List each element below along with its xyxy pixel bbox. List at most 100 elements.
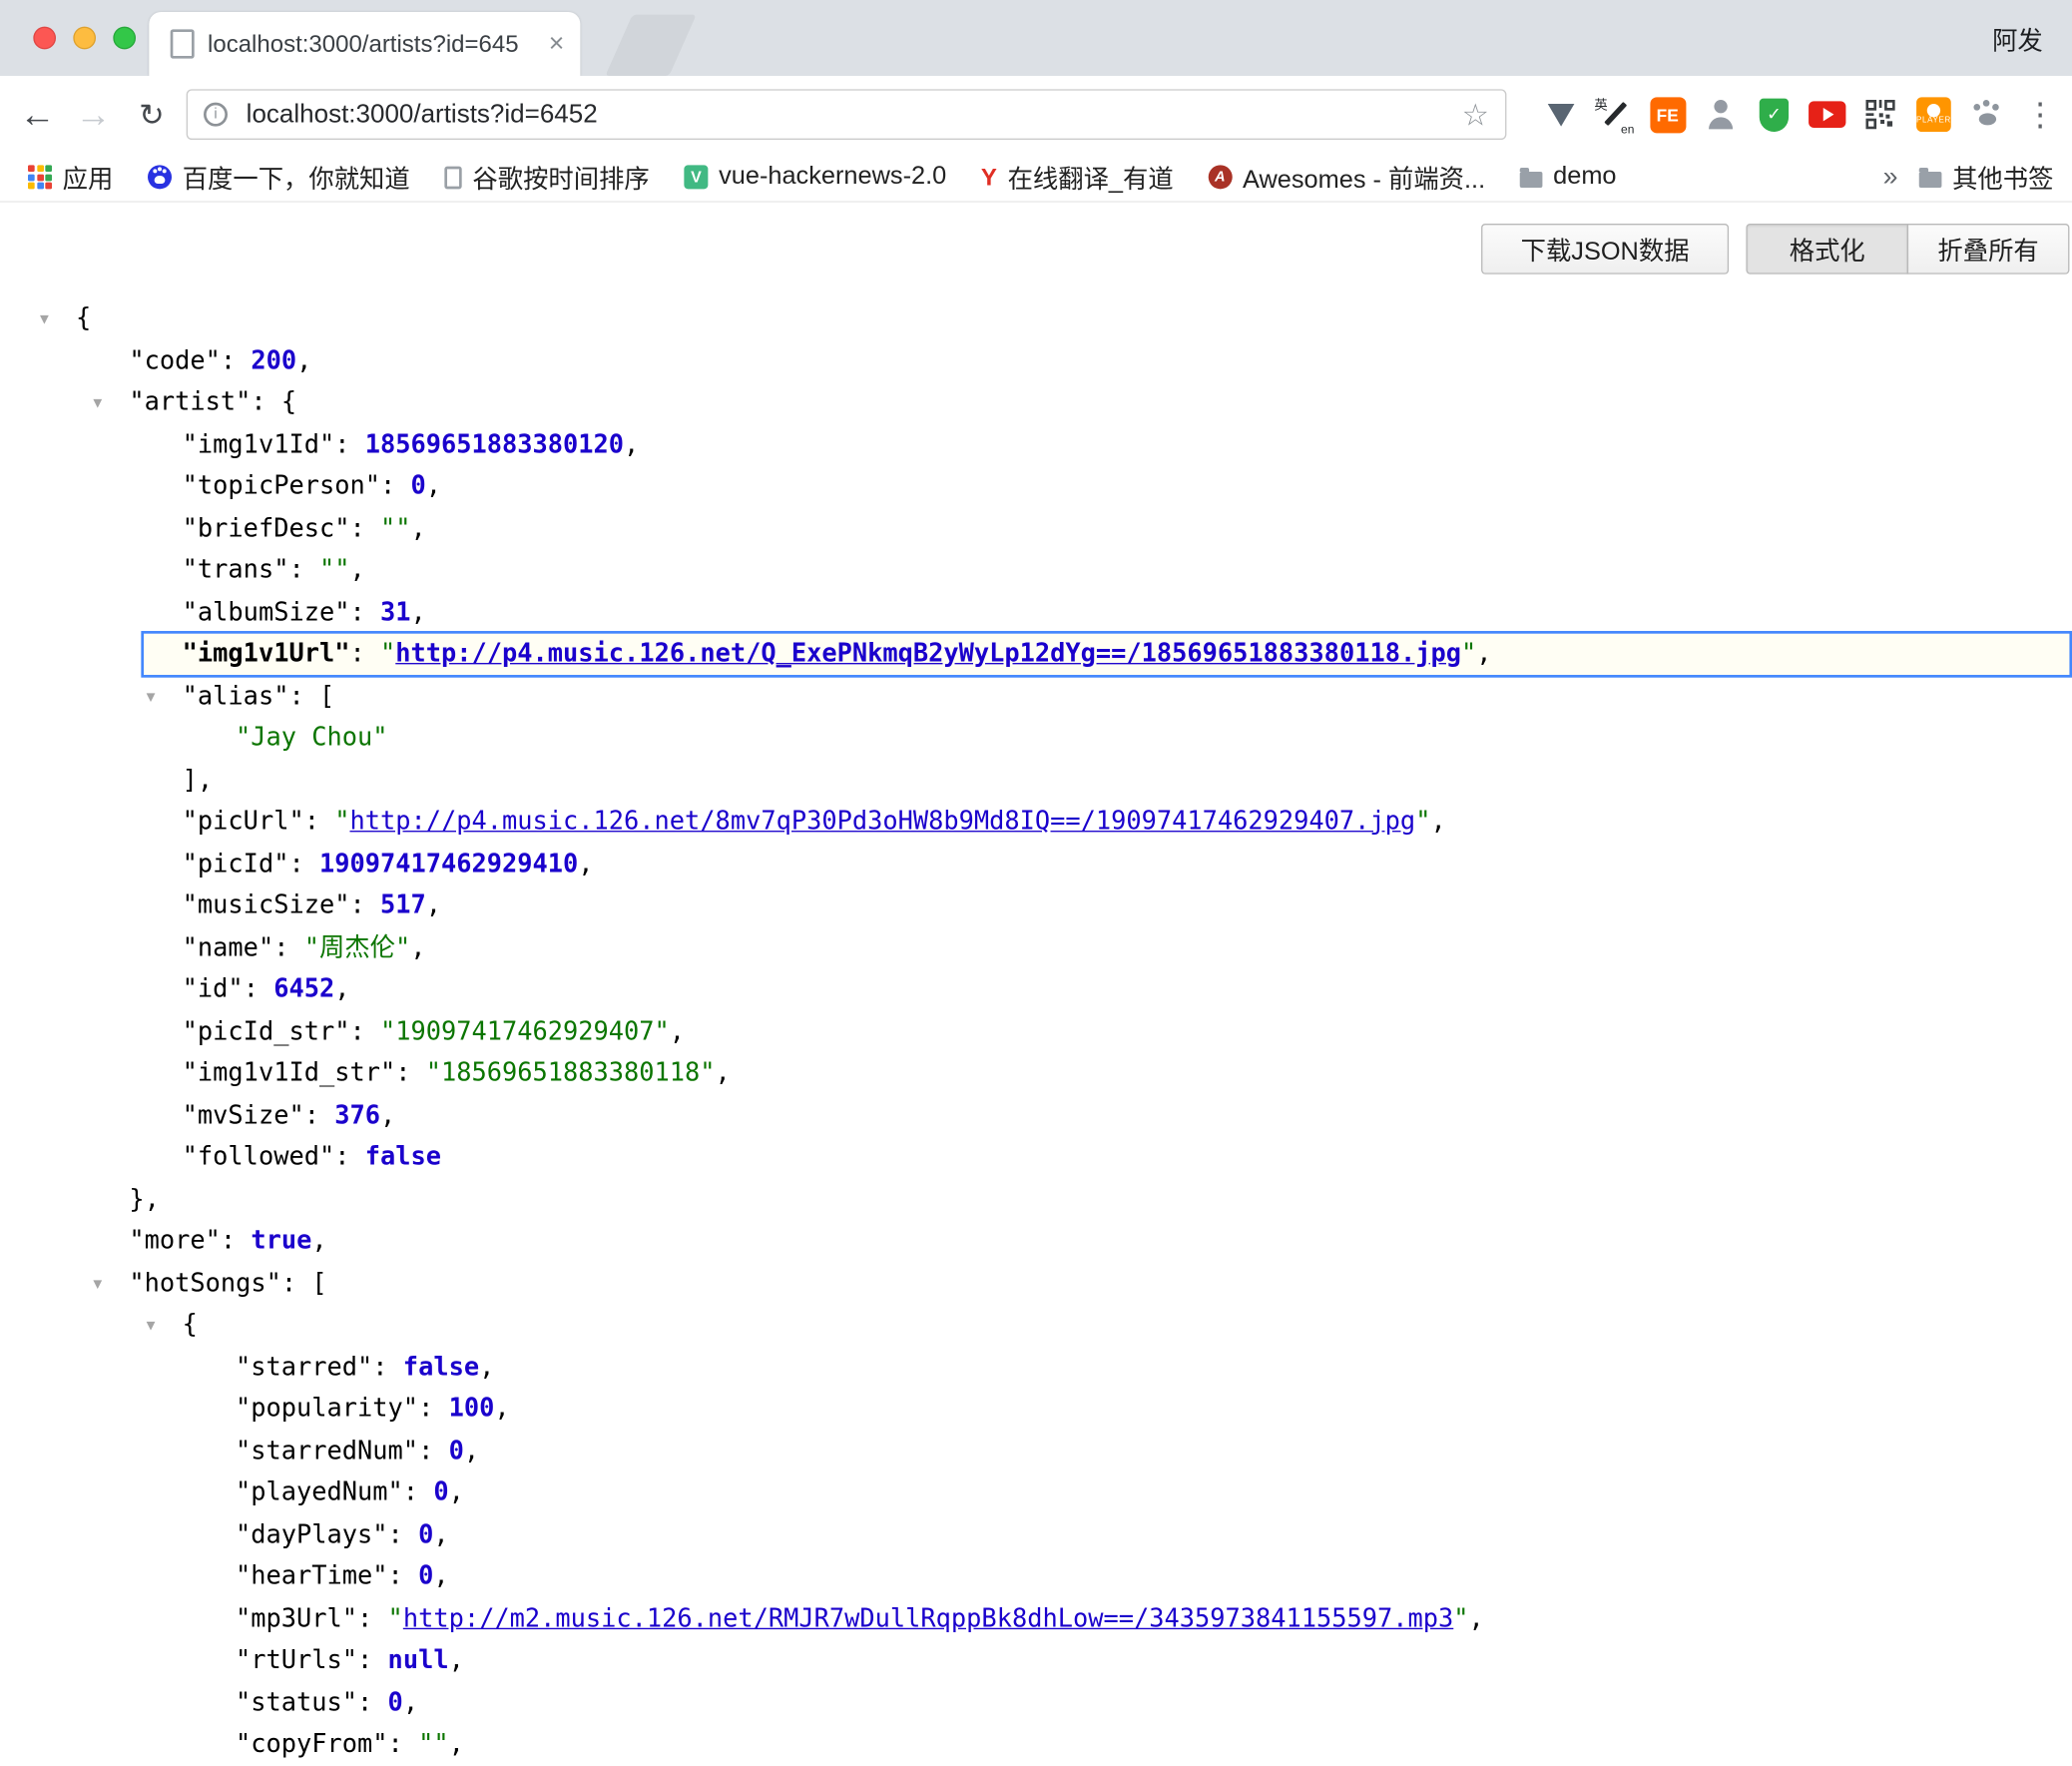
- page-info-icon[interactable]: i: [204, 103, 228, 127]
- paw-extension-icon[interactable]: [1965, 89, 2008, 140]
- browser-tab[interactable]: localhost:3000/artists?id=645 ×: [149, 12, 580, 76]
- bookmark-star-icon[interactable]: ☆: [1462, 97, 1490, 133]
- collapse-all-button[interactable]: 折叠所有: [1907, 224, 2070, 275]
- bookmarks-right: » 其他书签: [1883, 159, 2054, 195]
- json-token: false: [403, 1352, 479, 1381]
- json-token: 0: [410, 471, 425, 500]
- json-token: ,: [578, 849, 593, 878]
- format-button[interactable]: 格式化: [1746, 224, 1908, 275]
- url-text: localhost:3000/artists?id=6452: [247, 99, 1462, 130]
- bookmarks-overflow-icon[interactable]: »: [1883, 162, 1898, 193]
- address-bar[interactable]: i localhost:3000/artists?id=6452 ☆: [187, 89, 1507, 140]
- awesomes-icon: A: [1208, 165, 1232, 189]
- json-line: "starred": false,: [0, 1347, 2072, 1389]
- collapse-toggle-icon[interactable]: ▼: [147, 676, 156, 718]
- json-token: ,: [449, 1645, 464, 1674]
- json-token: "id": [183, 974, 244, 1003]
- translate-sub: en: [1621, 123, 1634, 136]
- profile-label[interactable]: 阿发: [1992, 21, 2043, 57]
- json-token: "周杰伦": [304, 932, 411, 961]
- json-token: ": [388, 1603, 403, 1632]
- translate-extension-icon[interactable]: 英 en: [1593, 89, 1636, 140]
- json-token: :: [403, 1477, 434, 1506]
- json-token: "Jay Chou": [236, 723, 388, 752]
- json-token: "briefDesc": [183, 513, 350, 542]
- json-token: ": [334, 807, 349, 836]
- player-extension-icon[interactable]: PLAYER: [1912, 89, 1955, 140]
- json-token: "mp3Url": [236, 1603, 357, 1632]
- json-url-link[interactable]: http://p4.music.126.net/8mv7qP30Pd3oHW8b…: [349, 807, 1415, 836]
- back-icon[interactable]: ←: [13, 76, 61, 153]
- json-token: ,: [411, 597, 426, 626]
- json-line: },: [0, 1179, 2072, 1221]
- json-token: "starred": [236, 1352, 372, 1381]
- qr-code-icon: [1865, 100, 1894, 129]
- bookmark-demo[interactable]: demo: [1502, 163, 1633, 192]
- json-token: :: [357, 1687, 388, 1716]
- collapse-toggle-icon[interactable]: ▼: [40, 298, 49, 340]
- json-token: "img1v1Id_str": [183, 1058, 396, 1087]
- json-token: ,: [403, 1687, 418, 1716]
- json-token: ": [380, 639, 395, 668]
- close-window-button[interactable]: [33, 27, 56, 50]
- bookmark-label: 谷歌按时间排序: [472, 159, 649, 195]
- collapse-toggle-icon[interactable]: ▼: [93, 382, 102, 424]
- json-token: "picId": [183, 849, 289, 878]
- chrome-menu-icon[interactable]: ⋮: [2019, 89, 2062, 140]
- bookmark-awesomes[interactable]: A Awesomes - 前端资...: [1191, 159, 1502, 195]
- forward-icon[interactable]: →: [69, 76, 117, 153]
- shield-icon: ✓: [1760, 98, 1789, 131]
- bookmark-google-sort[interactable]: 谷歌按时间排序: [427, 159, 667, 195]
- bookmark-apps[interactable]: 应用: [11, 159, 131, 195]
- json-line: "img1v1Id": 18569651883380120,: [0, 424, 2072, 466]
- person-extension-icon[interactable]: [1700, 89, 1743, 140]
- minimize-window-button[interactable]: [73, 27, 96, 50]
- fehelper-extension-icon[interactable]: FE: [1646, 89, 1689, 140]
- json-token: :: [221, 1226, 252, 1255]
- reload-icon[interactable]: ↻: [128, 76, 176, 153]
- new-tab-button[interactable]: [605, 15, 696, 76]
- json-token: "trans": [183, 555, 289, 584]
- json-token: :: [288, 681, 319, 710]
- qrcode-extension-icon[interactable]: [1859, 89, 1902, 140]
- json-token: "img1v1Id": [183, 429, 335, 458]
- json-token: ,: [296, 345, 311, 374]
- json-token: 200: [251, 345, 296, 374]
- other-bookmarks-folder[interactable]: 其他书签: [1919, 159, 2054, 195]
- json-line: "id": 6452,: [0, 969, 2072, 1011]
- json-token: "starredNum": [236, 1436, 418, 1465]
- json-token: "18569651883380118": [426, 1058, 716, 1087]
- download-json-button[interactable]: 下载JSON数据: [1481, 224, 1729, 275]
- json-token: ,: [426, 471, 441, 500]
- json-token: :: [357, 1603, 388, 1632]
- json-token: :: [349, 890, 380, 919]
- shield-extension-icon[interactable]: ✓: [1753, 89, 1796, 140]
- json-token: true: [251, 1226, 311, 1255]
- bookmark-label: vue-hackernews-2.0: [719, 163, 946, 192]
- tab-close-icon[interactable]: ×: [549, 29, 565, 60]
- json-token: :: [349, 639, 380, 668]
- json-token: {: [76, 303, 91, 332]
- youtube-extension-icon[interactable]: [1806, 89, 1848, 140]
- apps-grid-icon: [28, 165, 52, 189]
- json-token: [: [319, 681, 334, 710]
- collapse-toggle-icon[interactable]: ▼: [93, 1263, 102, 1305]
- page-icon: [444, 166, 461, 189]
- json-token: "musicSize": [183, 890, 350, 919]
- json-token: "code": [129, 345, 221, 374]
- v-extension-icon[interactable]: [1540, 89, 1583, 140]
- json-line: ▼"alias": [: [0, 676, 2072, 718]
- maximize-window-button[interactable]: [113, 27, 136, 50]
- json-url-link[interactable]: http://p4.music.126.net/Q_ExePNkmqB2yWyL…: [395, 639, 1461, 668]
- json-url-link[interactable]: http://m2.music.126.net/RMJR7wDullRqppBk…: [403, 1603, 1453, 1632]
- json-line: "mp3Url": "http://m2.music.126.net/RMJR7…: [0, 1598, 2072, 1640]
- json-token: "19097417462929407": [380, 1016, 670, 1045]
- json-token: :: [388, 1519, 419, 1548]
- bookmark-vue-hackernews[interactable]: V vue-hackernews-2.0: [667, 163, 963, 192]
- collapse-toggle-icon[interactable]: ▼: [147, 1305, 156, 1347]
- json-line: "followed": false: [0, 1137, 2072, 1179]
- bookmark-youdao[interactable]: Y 在线翻译_有道: [964, 159, 1191, 195]
- bookmark-baidu[interactable]: 百度一下，你就知道: [131, 159, 427, 195]
- json-line: "popularity": 100,: [0, 1389, 2072, 1431]
- json-token: null: [388, 1645, 449, 1674]
